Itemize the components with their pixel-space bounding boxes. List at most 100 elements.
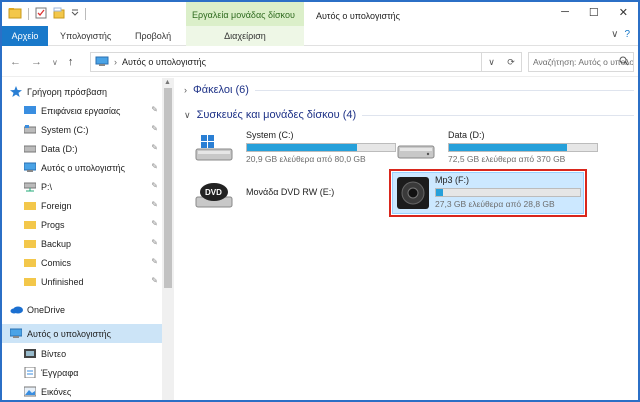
drive-tile-dvd-e[interactable]: DVD Μονάδα DVD RW (E:) [190,175,386,215]
drive-free-space: 72,5 GB ελεύθερα από 370 GB [448,154,566,164]
nav-label: Data (D:) [41,143,78,154]
documents-icon [24,366,36,379]
window-title: Αυτός ο υπολογιστής [316,11,400,21]
nav-label: Αυτός ο υπολογιστής [41,162,125,173]
nav-label: Εικόνες [41,386,72,397]
folder-icon [24,257,36,268]
address-dropdown-icon[interactable]: ∨ [488,57,495,68]
qat-customize-icon[interactable] [71,7,79,21]
refresh-icon[interactable]: ⟳ [507,57,515,68]
qat-separator-2 [85,8,86,20]
drive-tile-data-d[interactable]: Data (D:) 72,5 GB ελεύθερα από 370 GB [392,128,598,168]
address-bar[interactable]: › Αυτός ο υπολογιστής [90,52,482,72]
group-divider [254,89,634,91]
pin-icon[interactable]: ✎ [151,162,158,171]
group-folders[interactable]: › Φάκελοι (6) [184,82,634,98]
app-icon[interactable] [8,7,22,21]
scroll-thumb[interactable] [164,88,172,288]
nav-label: Progs [41,219,65,230]
drive-usage-fill [449,144,568,151]
chevron-right-icon[interactable]: › [184,85,187,95]
group-divider [362,114,634,116]
computer-icon [9,328,23,339]
network-drive-icon [23,181,37,192]
search-icon [619,56,629,68]
nav-label: Unfinished [41,276,84,287]
nav-label: Βίντεο [41,348,67,359]
expand-ribbon-icon[interactable]: ∨ [611,29,618,40]
drive-free-space: 20,9 GB ελεύθερα από 80,0 GB [246,154,366,164]
tab-view[interactable]: Προβολή [135,26,171,46]
nav-system-c[interactable]: System (C:) ✎ [23,120,162,139]
nav-label: P:\ [41,181,53,192]
nav-label: Αυτός ο υπολογιστής [27,328,111,339]
nav-folder-unfinished[interactable]: Unfinished ✎ [24,272,162,291]
scroll-up-icon[interactable]: ▲ [164,79,171,86]
nav-this-pc-pinned[interactable]: Αυτός ο υπολογιστής ✎ [23,158,162,177]
pin-icon[interactable]: ✎ [151,143,158,152]
nav-scrollbar[interactable]: ▲ [162,78,174,400]
drive-name: System (C:) [246,130,294,140]
tab-computer[interactable]: Υπολογιστής [60,26,111,46]
video-icon [24,348,36,359]
nav-videos[interactable]: Βίντεο [24,344,162,363]
folder-icon [24,238,36,249]
breadcrumb-path[interactable]: Αυτός ο υπολογιστής [122,57,206,67]
maximize-button[interactable]: ☐ [589,6,599,19]
minimize-button[interactable]: ─ [561,6,569,19]
drive-name: Data (D:) [448,130,485,140]
group-label: Φάκελοι (6) [193,84,249,96]
up-button[interactable]: ↑ [68,56,74,68]
quick-access-toolbar [8,7,86,21]
pin-icon[interactable]: ✎ [151,200,158,209]
drive-icon [23,143,37,154]
nav-onedrive[interactable]: OneDrive [10,300,170,319]
nav-folder-comics[interactable]: Comics ✎ [24,253,162,272]
nav-data-d[interactable]: Data (D:) ✎ [23,139,162,158]
properties-icon[interactable] [35,7,47,21]
help-icon[interactable]: ? [624,29,630,40]
nav-folder-backup[interactable]: Backup ✎ [24,234,162,253]
pin-icon[interactable]: ✎ [151,124,158,133]
nav-this-pc[interactable]: Αυτός ο υπολογιστής [2,324,162,343]
pin-icon[interactable]: ✎ [151,276,158,285]
title-bar: Εργαλεία μονάδας δίσκου Αυτός ο υπολογισ… [2,2,638,26]
group-label: Συσκευές και μονάδες δίσκου (4) [196,109,357,121]
tab-manage[interactable]: Διαχείριση [186,26,304,46]
new-folder-icon[interactable] [53,7,65,21]
star-icon [10,86,22,97]
group-devices[interactable]: ∨ Συσκευές και μονάδες δίσκου (4) [184,107,634,123]
recent-locations-button[interactable]: ∨ [52,58,58,67]
nav-label: Γρήγορη πρόσβαση [27,86,108,97]
address-actions: ∨ ⟳ [482,52,522,72]
back-button[interactable]: ← [10,56,21,68]
navigation-pane: Γρήγορη πρόσβαση Επιφάνεια εργασίας ✎ Sy… [2,78,174,400]
nav-label: Foreign [41,200,72,211]
nav-p-drive[interactable]: P:\ ✎ [23,177,162,196]
pin-icon[interactable]: ✎ [151,257,158,266]
search-input[interactable]: Αναζήτηση: Αυτός ο υπολογιστής [528,52,634,72]
chevron-down-icon[interactable]: ∨ [184,110,191,121]
nav-desktop[interactable]: Επιφάνεια εργασίας ✎ [24,101,162,120]
ribbon-tab-bar: Αρχείο Υπολογιστής Προβολή Διαχείριση ∨ … [2,26,638,46]
nav-label: Backup [41,238,72,249]
nav-folder-foreign[interactable]: Foreign ✎ [24,196,162,215]
tab-file[interactable]: Αρχείο [2,26,48,46]
pin-icon[interactable]: ✎ [151,238,158,247]
drive-tile-system-c[interactable]: System (C:) 20,9 GB ελεύθερα από 80,0 GB [190,128,396,168]
computer-icon [23,162,37,173]
nav-label: System (C:) [41,124,89,135]
pin-icon[interactable]: ✎ [151,105,158,114]
nav-folder-progs[interactable]: Progs ✎ [24,215,162,234]
drive-icon [23,124,37,135]
address-row: ← → ∨ ↑ › Αυτός ο υπολογιστής ∨ ⟳ Αναζήτ… [2,47,638,77]
pin-icon[interactable]: ✎ [151,181,158,190]
pin-icon[interactable]: ✎ [151,219,158,228]
nav-pictures[interactable]: Εικόνες [23,382,162,400]
nav-quick-access[interactable]: Γρήγορη πρόσβαση [10,82,170,101]
nav-documents[interactable]: Έγγραφα [24,363,162,382]
forward-button[interactable]: → [31,56,42,68]
close-button[interactable]: ✕ [619,6,628,19]
nav-label: Επιφάνεια εργασίας [41,105,121,116]
desktop-icon [24,105,36,116]
